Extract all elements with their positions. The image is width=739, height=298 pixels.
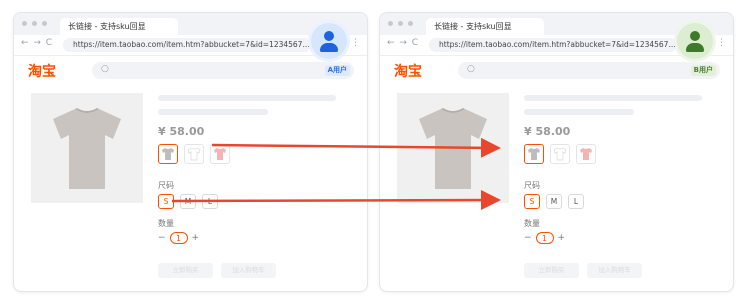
swatch-sync-arrow <box>211 137 501 158</box>
sync-arrows <box>171 137 501 211</box>
size-sync-arrow <box>171 190 501 211</box>
